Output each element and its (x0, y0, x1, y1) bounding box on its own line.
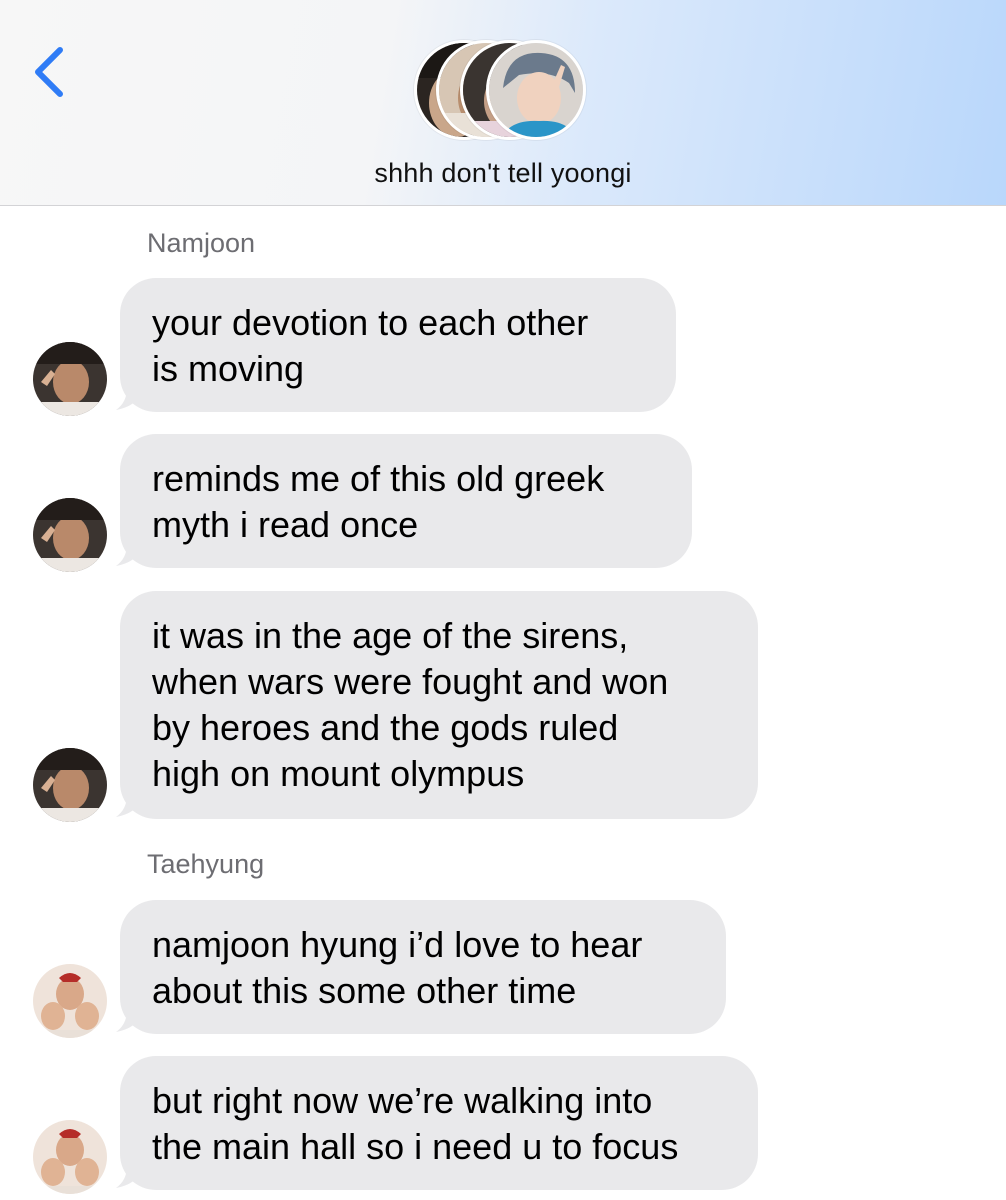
group-avatar-stack[interactable] (414, 40, 594, 144)
chevron-left-icon (35, 47, 63, 97)
message-text-line: by heroes and the gods ruled (152, 707, 619, 748)
message-text-line: when wars were fought and won (152, 661, 669, 702)
bubble-tail (116, 1002, 140, 1032)
namjoon-avatar[interactable] (33, 748, 107, 822)
message-text-line: is moving (152, 348, 305, 389)
taehyung-avatar[interactable] (33, 1120, 107, 1194)
message-bubble[interactable]: reminds me of this old greek myth i read… (120, 434, 692, 568)
message-text-line: the main hall so i need u to focus (152, 1126, 679, 1167)
message-text-line: it was in the age of the sirens, (152, 615, 629, 656)
message-text-line: your devotion to each other (152, 302, 589, 343)
bubble-tail (116, 1158, 140, 1188)
message-text-line: high on mount olympus (152, 753, 525, 794)
bubble-tail (116, 787, 140, 817)
sender-name: Namjoon (147, 228, 256, 258)
bubble-tail (116, 536, 140, 566)
namjoon-avatar[interactable] (33, 342, 107, 416)
conversation-title[interactable]: shhh don't tell yoongi (0, 158, 1006, 189)
message-text-line: namjoon hyung i’d love to hear (152, 924, 643, 965)
taehyung-avatar[interactable] (33, 964, 107, 1038)
conversation-header: shhh don't tell yoongi (0, 0, 1006, 206)
message-bubble[interactable]: namjoon hyung i’d love to hear about thi… (120, 900, 726, 1034)
message-text-line: but right now we’re walking into (152, 1080, 653, 1121)
bubble-tail (116, 380, 140, 410)
message-text-line: reminds me of this old greek (152, 458, 605, 499)
group-member-avatar-4 (486, 40, 586, 140)
sender-name: Taehyung (147, 849, 265, 879)
message-bubble[interactable]: it was in the age of the sirens, when wa… (120, 591, 758, 819)
message-text-line: myth i read once (152, 504, 419, 545)
messages-screen: shhh don't tell yoongi Namjoon your devo… (0, 0, 1006, 1200)
back-button[interactable] (24, 40, 74, 104)
message-bubble[interactable]: your devotion to each other is moving (120, 278, 676, 412)
namjoon-avatar[interactable] (33, 498, 107, 572)
message-text-line: about this some other time (152, 970, 577, 1011)
message-bubble[interactable]: but right now we’re walking into the mai… (120, 1056, 758, 1190)
